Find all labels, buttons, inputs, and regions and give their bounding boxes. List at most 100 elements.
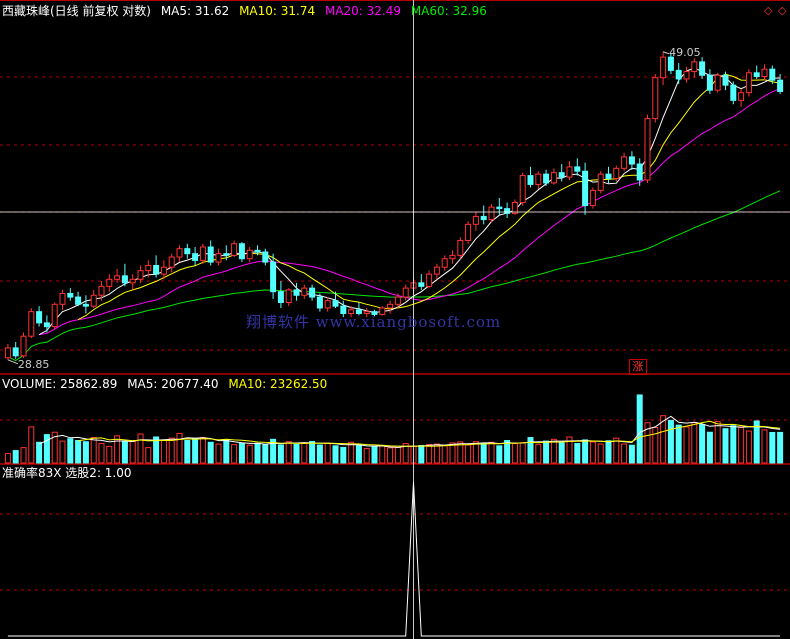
candle-body — [644, 118, 651, 181]
volume-bar — [199, 437, 206, 464]
candle-body — [722, 74, 729, 86]
candle-body — [285, 289, 292, 303]
volume-bar — [207, 441, 214, 464]
candle-body — [738, 92, 745, 101]
ma60-value: MA60: 32.96 — [410, 4, 487, 18]
volume-bar — [418, 444, 425, 464]
volume-bar — [301, 442, 308, 464]
candle-body — [160, 266, 167, 275]
volume-bar — [441, 444, 448, 464]
volume-bar — [699, 424, 706, 464]
candle-body — [316, 296, 323, 309]
volume-bar — [379, 445, 386, 464]
candle-body — [527, 175, 534, 185]
stock-title: 西藏珠峰(日线 前复权 对数) — [2, 4, 151, 18]
candle-body — [43, 322, 50, 328]
volume-bar — [738, 427, 745, 464]
candle-body — [153, 265, 160, 275]
volume-bar — [355, 444, 362, 464]
volume-bar — [769, 431, 776, 464]
candle-body — [262, 251, 269, 263]
candle-body — [761, 68, 768, 77]
candle-body — [558, 172, 565, 178]
volume-value: VOLUME: 25862.89 — [2, 377, 118, 391]
diamond-up-icon[interactable]: ◇ — [764, 4, 772, 17]
candle-body — [426, 273, 433, 287]
volume-bar — [4, 453, 11, 464]
rise-badge[interactable]: 涨 — [629, 359, 647, 375]
volume-bar — [340, 446, 347, 464]
candle-body — [75, 296, 82, 305]
candle-body — [67, 292, 74, 298]
volume-bar — [543, 440, 550, 464]
watermark: 翔博软件 www.xiangbosoft.com — [246, 313, 502, 331]
volume-bar — [465, 444, 472, 464]
volume-bar — [114, 435, 121, 464]
candle-body — [324, 300, 331, 309]
candle-body — [714, 74, 721, 91]
volume-bar — [262, 444, 269, 464]
volume-bar — [605, 440, 612, 464]
candle-body — [129, 278, 136, 284]
candle-body — [699, 61, 706, 76]
candle-body — [20, 335, 27, 357]
candle-body — [192, 253, 199, 261]
volume-bar — [59, 440, 66, 464]
volume-bar — [43, 434, 50, 464]
candle-body — [488, 206, 495, 221]
volume-bar — [67, 438, 74, 464]
candle-body — [270, 261, 277, 293]
candle-body — [51, 303, 58, 328]
candle-body — [137, 270, 144, 280]
candle-body — [628, 156, 635, 165]
candle-body — [121, 275, 128, 284]
candle-body — [691, 61, 698, 73]
candle-body — [496, 206, 503, 210]
candle-body — [332, 300, 339, 307]
candle-body — [90, 294, 97, 307]
candle-body — [441, 258, 448, 268]
volume-bar — [488, 441, 495, 464]
ma10-value: MA10: 31.74 — [239, 4, 316, 18]
candle-body — [238, 243, 245, 260]
signal-line — [7, 481, 781, 637]
candle-body — [207, 246, 214, 263]
volume-bar — [535, 444, 542, 464]
candle-body — [293, 289, 300, 296]
volume-bar — [761, 429, 768, 464]
candle-body — [4, 347, 11, 359]
volume-bar — [472, 441, 479, 464]
volume-bar — [722, 428, 729, 464]
volume-bar — [137, 433, 144, 464]
volume-bar — [589, 441, 596, 464]
volume-bar — [449, 442, 456, 464]
volume-ma10-line — [78, 420, 781, 447]
volume-bar — [363, 448, 370, 464]
volume-bar — [691, 422, 698, 464]
volume-bar — [309, 440, 316, 464]
volume-bar — [636, 394, 643, 464]
volume-bar — [582, 439, 589, 464]
candle-body — [566, 166, 573, 178]
candle-body — [504, 208, 511, 214]
volume-bar — [574, 442, 581, 464]
candle-body — [683, 71, 690, 80]
volume-bar — [293, 443, 300, 464]
candle-body — [36, 311, 43, 324]
candle-body — [176, 248, 183, 258]
candle-body — [223, 253, 230, 256]
volume-bar — [12, 450, 19, 464]
price-legend: 西藏珠峰(日线 前复权 对数) MA5: 31.62 MA10: 31.74 M… — [2, 4, 493, 18]
diamond-down-icon[interactable]: ◇ — [778, 4, 786, 17]
candle-body — [621, 156, 628, 169]
candle-body — [309, 287, 316, 298]
volume-bar — [558, 442, 565, 464]
volume-bar — [527, 437, 534, 464]
volume-bar — [745, 430, 752, 464]
volume-bar — [324, 442, 331, 464]
volume-bar — [667, 419, 674, 464]
candle-body — [652, 77, 659, 120]
candle-body — [387, 303, 394, 309]
volume-bar — [28, 426, 35, 464]
volume-bar — [316, 444, 323, 464]
